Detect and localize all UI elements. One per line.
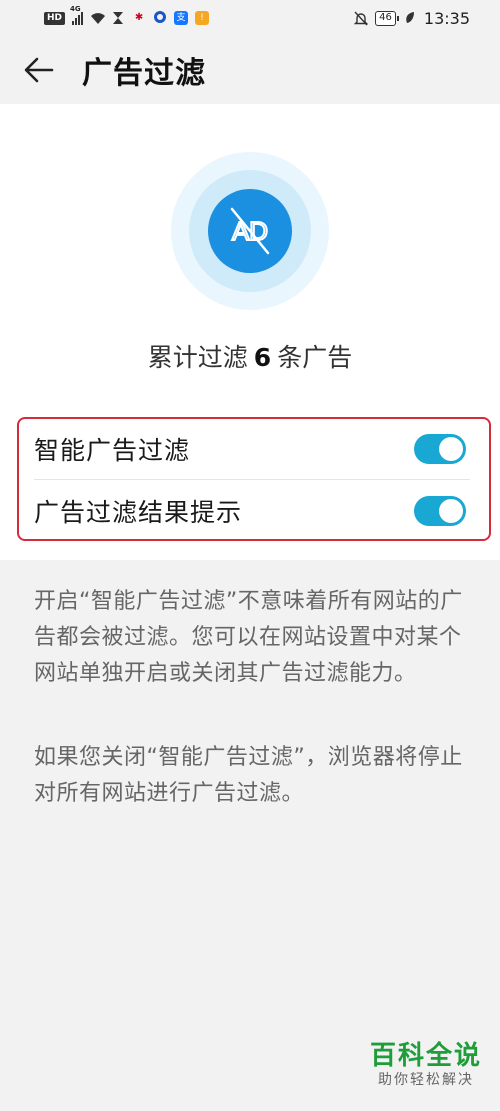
ad-blocked-icon: AD [208,189,292,273]
watermark-title: 百科全说 [369,1041,482,1071]
description-paragraph-2: 如果您关闭“智能广告过滤”，浏览器将停止对所有网站进行广告过滤。 [34,745,463,806]
alipay-app-icon: 支 [174,11,189,25]
orange-app-icon: ! [195,11,210,25]
clock: 13:35 [423,8,470,28]
arrow-left-icon[interactable] [22,53,56,87]
counter-suffix: 条广告 [277,343,353,372]
wifi-icon [90,11,106,25]
ad-filter-card: AD 累计过滤6条广告 智能广告过滤 广告过滤结果提示 [0,104,500,560]
smart-ad-filter-toggle[interactable] [414,434,466,464]
status-bar: HD 4G ✱ 支 ! 46 13:35 [0,0,500,36]
counter-prefix: 累计过滤 [147,343,248,372]
setting-label: 广告过滤结果提示 [34,498,243,527]
page-title: 广告过滤 [82,56,206,91]
divider [34,479,470,480]
bell-muted-icon [353,11,369,26]
leaf-icon [403,11,417,25]
setting-label: 智能广告过滤 [34,436,191,465]
setting-filter-result-tip[interactable]: 广告过滤结果提示 [19,481,488,541]
cellular-signal-icon: 4G [70,5,84,25]
app-notification-icon: ✱ [134,12,144,23]
watermark-logo: 百科全说 助你轻松解决 [370,1041,482,1089]
title-bar: 广告过滤 [0,36,500,104]
status-bar-left: HD 4G ✱ 支 ! [44,5,210,25]
toggle-knob [439,499,463,523]
filter-counter: 累计过滤 6 条广告 [0,338,500,374]
watermark-subtitle: 助你轻松解决 [377,1072,474,1088]
counter-value: 6 [253,343,272,372]
hourglass-icon [111,11,125,25]
description-paragraph-1: 开启“智能广告过滤”不意味着所有网站的广告都会被过滤。您可以在网站设置中对某个网… [34,589,463,686]
setting-smart-ad-filter[interactable]: 智能广告过滤 [19,419,488,479]
battery-icon: 46 [375,10,399,26]
app-circle-icon [153,11,167,25]
hd-badge: HD [44,11,66,25]
toggle-knob [439,437,463,461]
network-type: 4G [70,5,81,13]
status-bar-right: 46 13:35 [353,8,470,28]
filter-result-tip-toggle[interactable] [414,496,466,526]
settings-group: 智能广告过滤 广告过滤结果提示 [17,417,491,541]
